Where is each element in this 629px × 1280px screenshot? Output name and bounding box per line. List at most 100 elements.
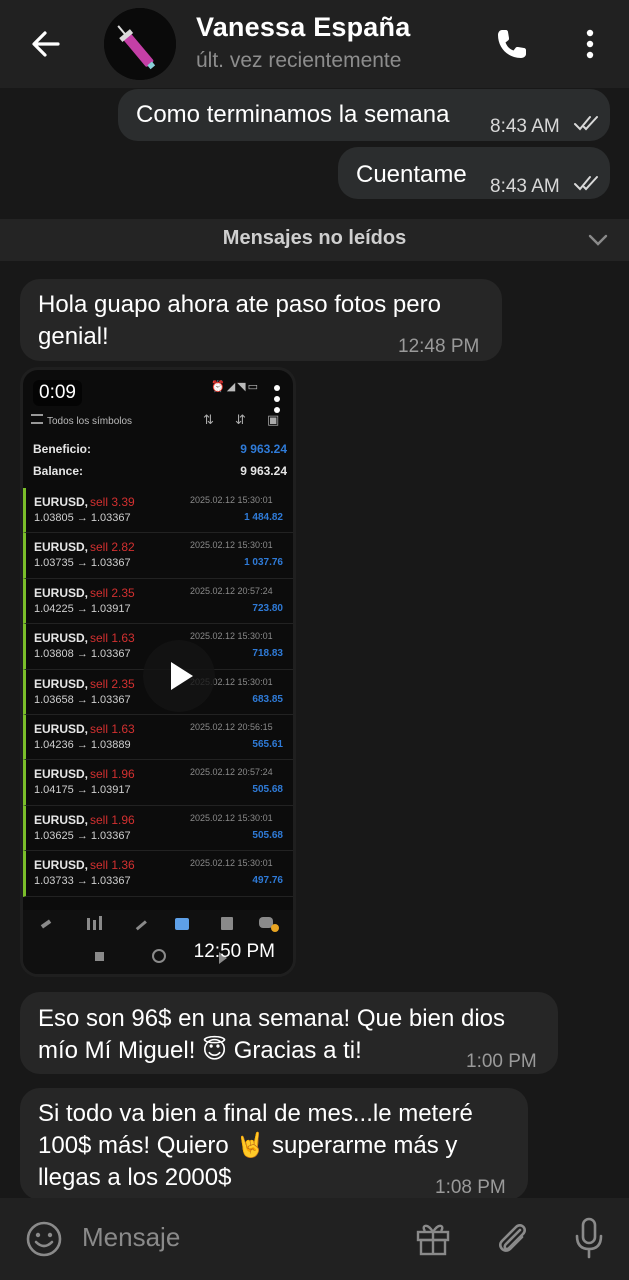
unread-divider-label: Mensajes no leídos [222,227,407,249]
message-input[interactable]: Mensaje [82,1222,180,1253]
profit-summary: Beneficio: 9 963.24 [31,442,291,462]
position-prices: 1.04225 → 1.03917 [34,602,131,615]
back-arrow-icon[interactable] [26,24,66,64]
message-text: Cuentame [356,161,467,188]
position-row: EURUSD, sell 1.63 1.04236 → 1.03889 2025… [23,714,293,761]
avatar-image [104,8,176,80]
balance-value: 9 963.24 [240,464,287,478]
balance-summary: Balance: 9 963.24 [31,464,291,484]
position-profit: 1 037.76 [244,557,283,569]
message-text-line: llegas a los 2000$ [38,1164,232,1191]
position-action: sell 1.36 [90,858,135,873]
message-time: 12:48 PM [398,336,480,357]
position-symbol: EURUSD, [34,676,89,691]
message-bubble-outgoing[interactable]: Cuentame 8:43 AM [338,147,610,199]
paperclip-icon[interactable] [492,1218,532,1258]
position-action: sell 2.35 [90,585,135,600]
position-symbol: EURUSD, [34,540,89,555]
position-datetime: 2025.02.12 15:30:01 [190,540,273,551]
message-composer: Mensaje [0,1198,629,1280]
position-action: sell 1.63 [90,631,135,646]
unread-divider: Mensajes no leídos [0,219,629,261]
position-prices: 1.03735 → 1.03367 [34,557,131,570]
balance-label: Balance: [33,464,84,478]
message-bubble-incoming[interactable]: Hola guapo ahora ate paso fotos pero gen… [20,279,502,361]
video-message[interactable]: 0:09 ⏰◢◥▭ Todos los símbolos ⇅ ⇵ ▣ Benef… [20,367,296,977]
position-prices: 1.03733 → 1.03367 [34,875,131,888]
double-check-icon [574,176,598,191]
chevron-down-icon[interactable] [586,229,610,251]
position-profit: 1 484.82 [244,512,283,523]
video-duration: 0:09 [33,380,82,406]
position-datetime: 2025.02.12 20:56:15 [190,721,273,732]
position-action: sell 2.82 [90,540,135,555]
position-datetime: 2025.02.12 20:57:24 [190,767,273,778]
position-row: EURUSD, sell 3.39 1.03805 → 1.03367 2025… [23,488,293,534]
position-action: sell 1.96 [90,767,135,782]
contact-name[interactable]: Vanessa España [196,12,410,43]
message-text: Como terminamos la semana [136,101,450,128]
message-time: 8:43 AM [490,176,560,197]
position-symbol: EURUSD, [34,767,89,782]
smiley-icon[interactable] [24,1219,64,1259]
phone-status-icons: ⏰◢◥▭ [211,381,261,393]
profit-label: Beneficio: [33,442,92,456]
position-prices: 1.03805 → 1.03367 [34,512,131,524]
position-row: EURUSD, sell 1.96 1.04175 → 1.03917 2025… [23,760,293,806]
position-action: sell 2.35 [90,676,135,691]
position-prices: 1.03658 → 1.03367 [34,693,131,706]
position-profit: 683.85 [252,693,283,705]
profit-value: 9 963.24 [240,442,287,456]
message-text-line: Hola guapo ahora ate paso fotos pero [38,291,441,318]
position-profit: 505.68 [252,784,283,796]
position-datetime: 2025.02.12 15:30:01 [190,631,273,642]
avatar[interactable] [104,8,176,80]
more-vertical-icon[interactable] [576,26,604,62]
position-action: sell 3.39 [90,495,135,509]
position-datetime: 2025.02.12 20:57:24 [190,585,273,596]
phone-icon[interactable] [494,26,530,62]
message-bubble-incoming[interactable]: Eso son 96$ en una semana! Que bien dios… [20,992,558,1074]
position-profit: 497.76 [252,875,283,887]
position-profit: 718.83 [252,648,283,660]
position-symbol: EURUSD, [34,495,89,509]
message-bubble-outgoing[interactable]: Como terminamos la semana 8:43 AM [118,89,610,141]
position-action: sell 1.96 [90,812,135,827]
position-symbol: EURUSD, [34,585,89,600]
microphone-icon[interactable] [572,1216,606,1260]
message-text-line: mío Mí Miguel! 😇 Gracias a ti! [38,1037,362,1064]
position-prices: 1.04236 → 1.03889 [34,738,131,751]
position-symbol: EURUSD, [34,812,89,827]
position-datetime: 2025.02.12 15:30:01 [190,495,273,505]
message-time: 12:50 PM [193,941,275,962]
position-datetime: 2025.02.12 15:30:01 [190,812,273,823]
message-time: 1:00 PM [466,1051,537,1072]
position-prices: 1.03625 → 1.03367 [34,829,131,842]
message-text-line: Si todo va bien a final de mes...le mete… [38,1100,473,1127]
play-icon[interactable] [143,640,215,712]
position-datetime: 2025.02.12 15:30:01 [190,858,273,869]
swap-icon: ⇵ [235,412,246,427]
sort-icon: ⇅ [203,412,214,427]
position-row: EURUSD, sell 1.96 1.03625 → 1.03367 2025… [23,805,293,852]
position-symbol: EURUSD, [34,631,89,646]
message-time: 8:43 AM [490,116,560,137]
gift-icon[interactable] [413,1218,453,1258]
new-order-icon: ▣ [267,412,280,427]
hamburger-icon [31,414,43,424]
contact-status: últ. vez recientemente [196,49,402,72]
message-text-line: 100$ más! Quiero 🤘 superarme más y [38,1132,458,1159]
position-row: EURUSD, sell 1.36 1.03733 → 1.03367 2025… [23,851,293,897]
position-action: sell 1.63 [90,721,135,736]
position-profit: 723.80 [252,602,283,614]
chat-header: Vanessa España últ. vez recientemente [0,0,629,88]
position-symbol: EURUSD, [34,721,89,736]
position-prices: 1.03808 → 1.03367 [34,648,131,661]
message-bubble-incoming[interactable]: Si todo va bien a final de mes...le mete… [20,1088,528,1200]
position-prices: 1.04175 → 1.03917 [34,784,131,797]
message-text-line: Eso son 96$ en una semana! Que bien dios [38,1005,505,1032]
position-row: EURUSD, sell 2.82 1.03735 → 1.03367 2025… [23,533,293,579]
position-profit: 505.68 [252,829,283,841]
message-text-line: genial! [38,323,109,350]
double-check-icon [574,116,598,131]
